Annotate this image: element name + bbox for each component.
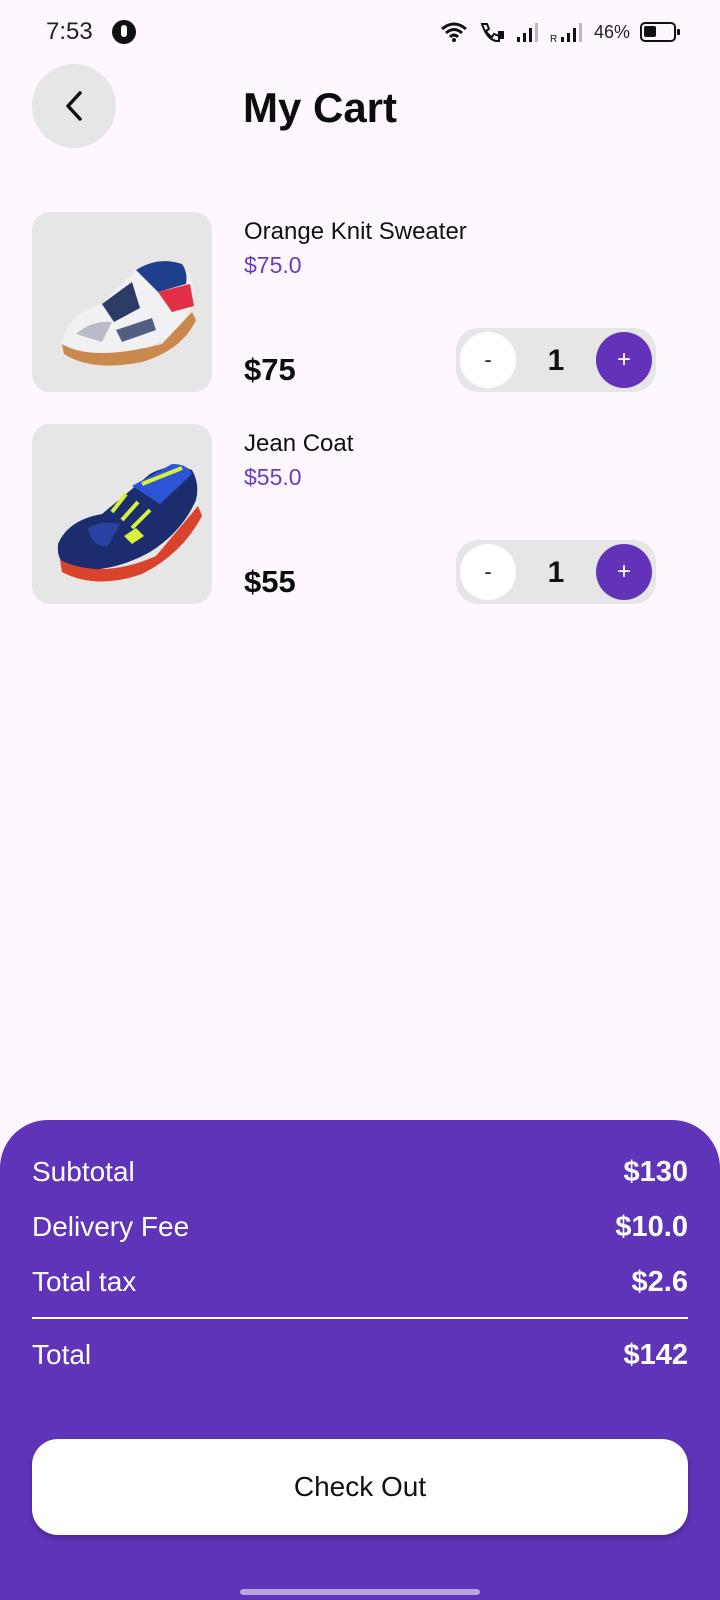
item-unit-price: $55.0: [244, 464, 302, 490]
battery-percent: 46%: [593, 21, 630, 42]
quantity-value: 1: [547, 344, 565, 377]
product-image[interactable]: [32, 424, 212, 604]
item-name: Orange Knit Sweater: [244, 218, 467, 245]
decrease-quantity-button[interactable]: -: [460, 332, 516, 388]
delivery-fee-value: $10.0: [615, 1211, 688, 1243]
total-row: Total $142: [32, 1339, 688, 1372]
status-bar: 7:53 R 46%: [0, 0, 720, 64]
increase-quantity-button[interactable]: +: [596, 544, 652, 600]
svg-text:R: R: [550, 34, 557, 43]
total-value: $142: [623, 1339, 688, 1371]
item-name: Jean Coat: [244, 430, 354, 457]
summary-divider: [32, 1317, 688, 1319]
app-notification-icon: [112, 20, 136, 44]
wifi-calling-icon: [480, 23, 504, 43]
product-image[interactable]: [32, 212, 212, 392]
order-summary-panel: Subtotal $130 Delivery Fee $10.0 Total t…: [0, 1120, 720, 1600]
quantity-stepper: - 1 +: [456, 328, 656, 392]
home-indicator[interactable]: [240, 1589, 480, 1595]
total-label: Total: [32, 1339, 92, 1370]
sneaker-image: [62, 261, 196, 366]
subtotal-label: Subtotal: [32, 1156, 135, 1187]
subtotal-value: $130: [623, 1156, 688, 1188]
wifi-icon: [441, 22, 467, 42]
roaming-signal-icon: R: [550, 23, 582, 43]
item-unit-price: $75.0: [244, 252, 302, 278]
quantity-value: 1: [547, 556, 565, 589]
signal-icon: [516, 23, 538, 42]
quantity-stepper: - 1 +: [456, 540, 656, 604]
battery-icon: [640, 22, 680, 42]
delivery-fee-label: Delivery Fee: [32, 1211, 190, 1242]
item-total: $55: [244, 564, 296, 599]
increase-quantity-button[interactable]: +: [596, 332, 652, 388]
decrease-quantity-button[interactable]: -: [460, 544, 516, 600]
page-title: My Cart: [242, 84, 398, 131]
status-icons: R 46%: [440, 18, 680, 46]
sneaker-image: [57, 464, 202, 582]
checkout-button[interactable]: Check Out: [32, 1439, 688, 1535]
status-time: 7:53: [46, 18, 93, 45]
tax-value: $2.6: [631, 1266, 688, 1298]
delivery-fee-row: Delivery Fee $10.0: [32, 1211, 688, 1244]
tax-row: Total tax $2.6: [32, 1266, 688, 1299]
cart-item: Jean Coat $55.0 $55 - 1 +: [32, 424, 662, 604]
tax-label: Total tax: [32, 1266, 137, 1297]
subtotal-row: Subtotal $130: [32, 1156, 688, 1189]
cart-item: Orange Knit Sweater $75.0 $75 - 1 +: [32, 212, 662, 392]
item-total: $75: [244, 352, 296, 387]
